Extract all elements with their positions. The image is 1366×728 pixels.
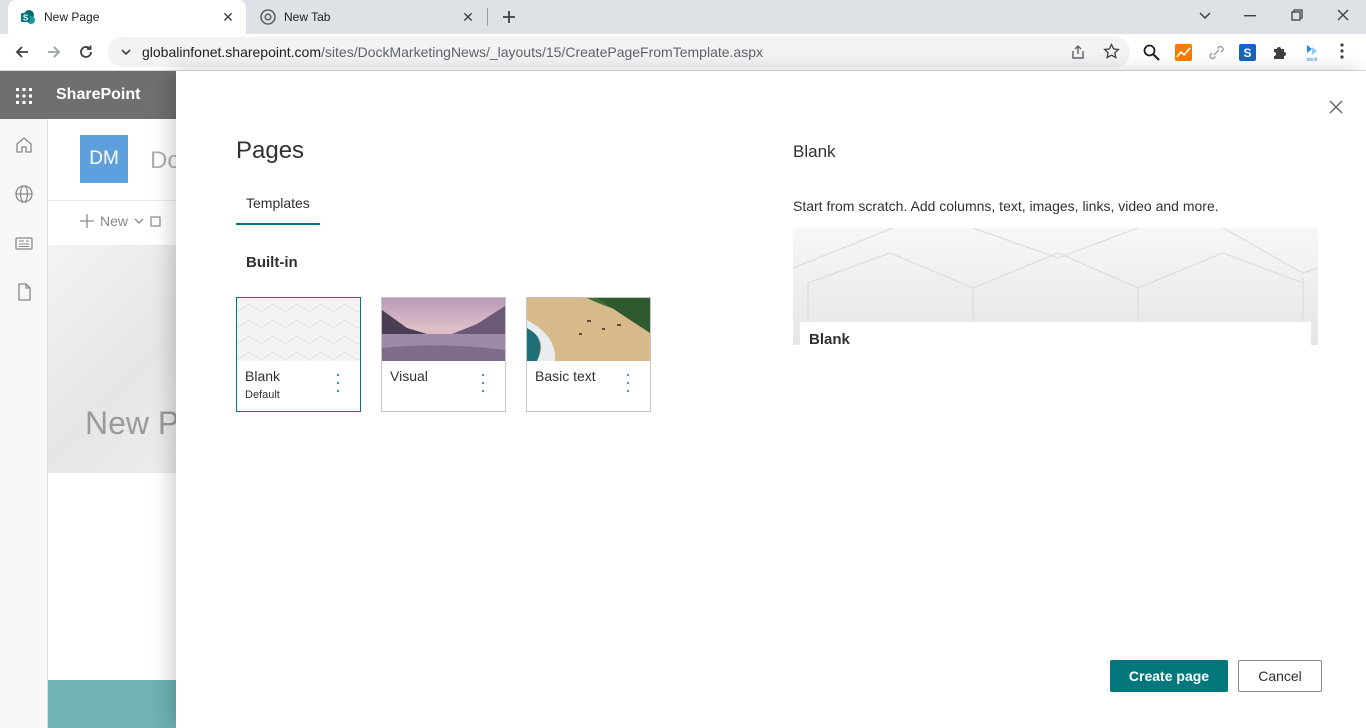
preview-card-label: Blank (809, 331, 850, 345)
preview-title: Blank (793, 142, 836, 161)
command-bar-divider (48, 200, 176, 201)
extensions-puzzle-icon[interactable] (1271, 44, 1288, 66)
preview-image: Blank (793, 228, 1318, 345)
restore-window-icon[interactable] (1287, 5, 1307, 25)
news-icon[interactable] (14, 233, 34, 253)
tab-title: New Page (44, 10, 100, 24)
browser-tab-new-tab[interactable]: New Tab ✕ (248, 0, 486, 34)
template-card-blank[interactable]: Blank Default (236, 297, 361, 412)
template-name: Basic text (535, 368, 596, 384)
preview-description: Start from scratch. Add columns, text, i… (793, 198, 1219, 214)
url-host: globalinfonet.sharepoint.com (142, 44, 322, 60)
chevron-down-icon (134, 218, 144, 224)
template-card-visual[interactable]: Visual (381, 297, 506, 412)
built-in-heading: Built-in (246, 254, 298, 271)
blank-template-thumbnail (237, 298, 360, 361)
more-options-icon[interactable] (334, 374, 342, 392)
svg-text:dock: dock (1307, 57, 1318, 63)
cancel-button[interactable]: Cancel (1238, 660, 1322, 692)
create-page-panel: Pages Templates Built-in Blank Default V… (176, 71, 1366, 728)
back-arrow-icon[interactable] (12, 42, 32, 62)
tab-templates[interactable]: Templates (236, 185, 320, 225)
visual-template-thumbnail (382, 298, 505, 361)
close-tab-icon[interactable]: ✕ (220, 9, 236, 25)
more-options-icon[interactable] (624, 374, 632, 392)
svg-text:S: S (1243, 46, 1251, 60)
chrome-icon (260, 9, 276, 25)
edit-page-icon (150, 216, 161, 227)
browser-tab-strip: S New Page ✕ New Tab ✕ (0, 0, 1366, 34)
sharepoint-page-content: DM Do New New P (48, 119, 176, 728)
site-info-chevron-icon[interactable] (120, 45, 132, 63)
sharepoint-brand[interactable]: SharePoint (56, 86, 140, 104)
close-tab-icon[interactable]: ✕ (460, 9, 476, 25)
new-tab-button[interactable] (498, 6, 520, 28)
document-icon[interactable] (14, 282, 34, 302)
browser-tab-new-page[interactable]: S New Page ✕ (8, 0, 246, 34)
template-name: Visual (390, 368, 428, 384)
basic-text-template-thumbnail (527, 298, 650, 361)
url-path: /sites/DockMarketingNews/_layouts/15/Cre… (321, 44, 763, 60)
minimize-window-icon[interactable] (1240, 6, 1260, 26)
plus-icon (80, 214, 94, 228)
dock-extension-icon[interactable]: dock (1303, 43, 1321, 68)
close-window-icon[interactable] (1333, 5, 1353, 25)
zoom-magnifier-icon[interactable] (1143, 44, 1160, 66)
bookmark-star-icon[interactable] (1103, 42, 1120, 65)
template-default-label: Default (245, 389, 280, 401)
tab-search-icon[interactable] (1195, 6, 1215, 26)
svg-text:S: S (23, 14, 29, 23)
analytics-extension-icon[interactable] (1175, 44, 1192, 66)
s-extension-icon[interactable]: S (1239, 44, 1256, 66)
template-card-basic-text[interactable]: Basic text (526, 297, 651, 412)
browser-toolbar: globalinfonet.sharepoint.com/sites/DockM… (0, 34, 1366, 71)
create-page-button[interactable]: Create page (1110, 660, 1228, 692)
close-panel-button[interactable] (1326, 97, 1346, 117)
preview-title-card: Blank (800, 322, 1311, 345)
section-band (48, 680, 176, 728)
share-icon[interactable] (1070, 44, 1086, 65)
sharepoint-app-bar (0, 119, 48, 728)
close-icon (1329, 100, 1343, 114)
browser-menu-icon[interactable] (1340, 43, 1344, 64)
sharepoint-icon: S (20, 9, 36, 25)
globe-icon[interactable] (14, 184, 34, 204)
site-logo[interactable]: DM (80, 135, 128, 183)
page-title-placeholder[interactable]: New P (85, 405, 176, 442)
panel-title: Pages (236, 137, 305, 164)
new-command-button[interactable]: New (80, 213, 162, 229)
tab-divider (487, 8, 488, 26)
url-text: globalinfonet.sharepoint.com/sites/DockM… (142, 44, 763, 60)
link-extension-icon[interactable] (1208, 44, 1225, 66)
home-icon[interactable] (14, 135, 34, 155)
address-bar[interactable]: globalinfonet.sharepoint.com/sites/DockM… (108, 37, 1130, 67)
template-name: Blank (245, 368, 281, 384)
site-name[interactable]: Do (150, 147, 176, 175)
more-options-icon[interactable] (479, 374, 487, 392)
tab-title: New Tab (284, 10, 331, 24)
new-command-label: New (100, 213, 129, 229)
reload-icon[interactable] (76, 42, 96, 62)
app-launcher-waffle-icon[interactable] (16, 88, 32, 109)
forward-arrow-icon[interactable] (44, 42, 64, 62)
